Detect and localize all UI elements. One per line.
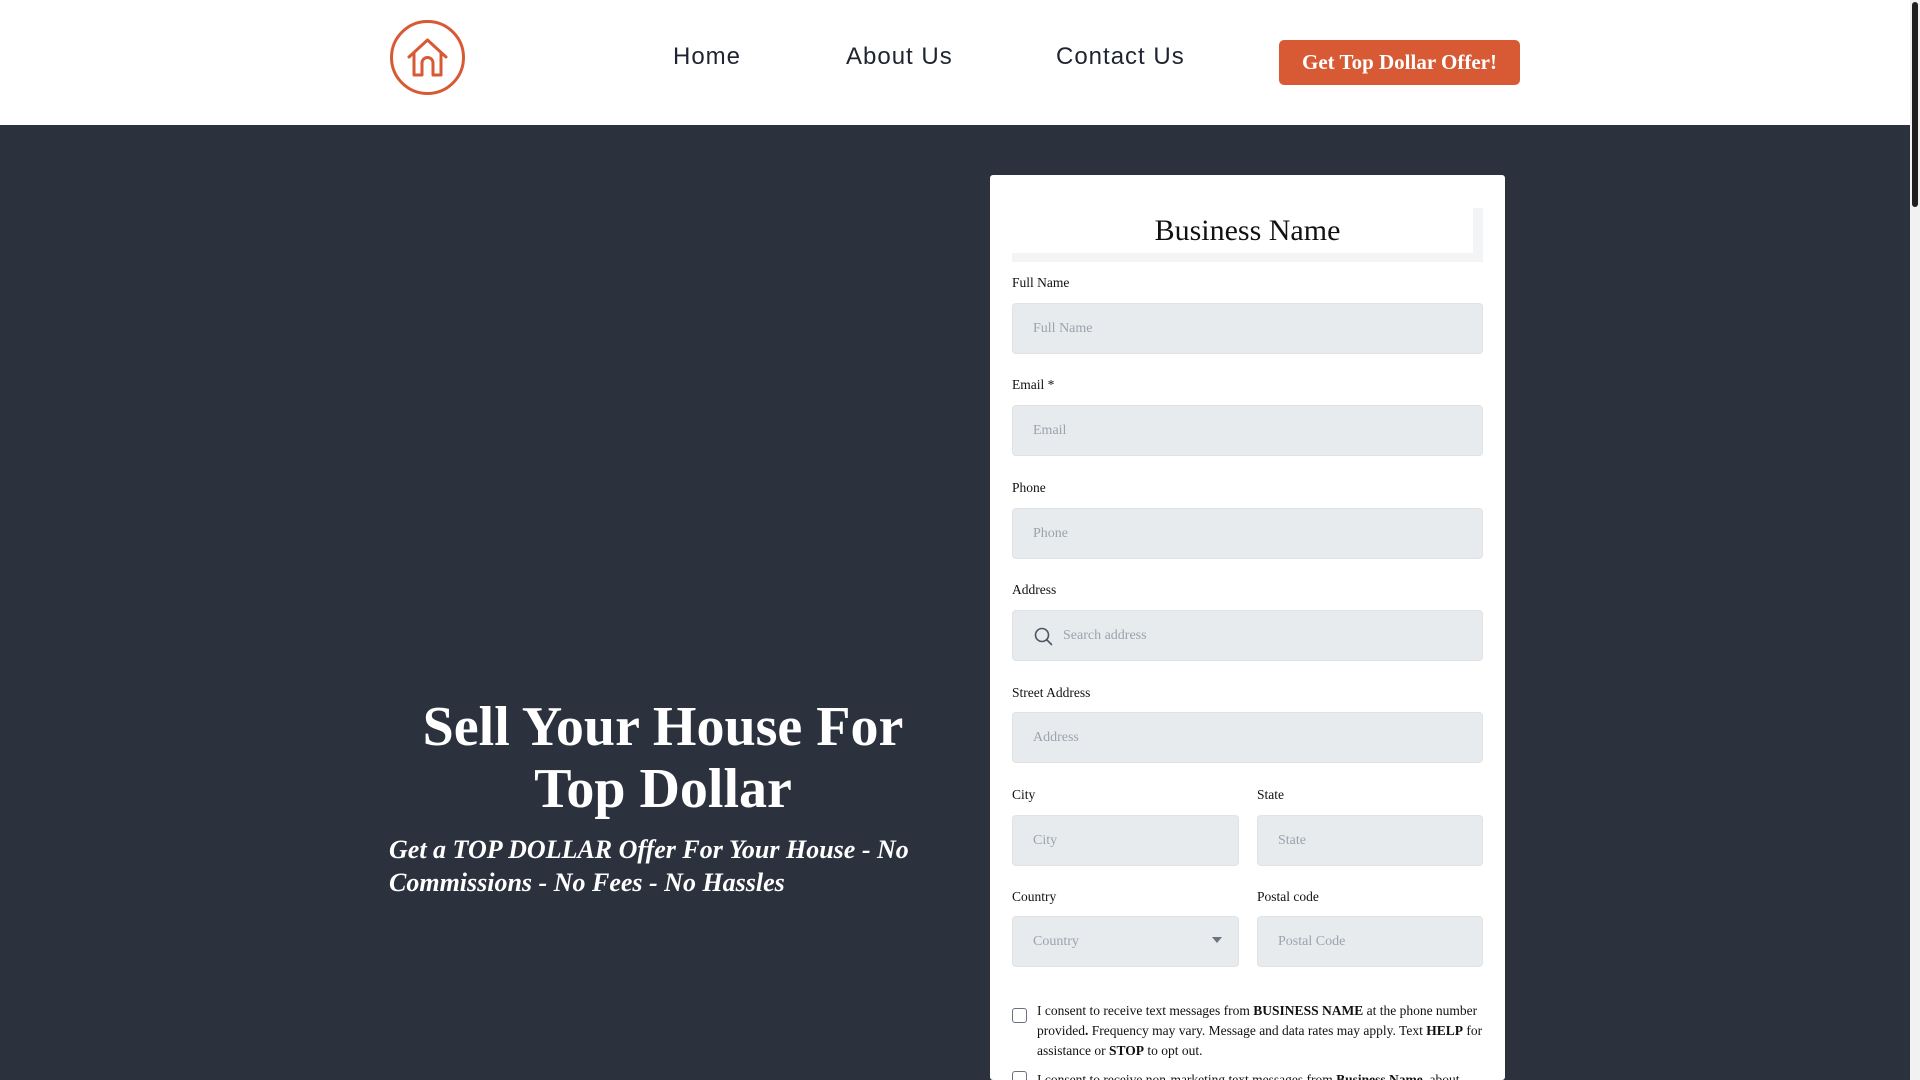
page-scrollbar[interactable] (1910, 0, 1920, 1080)
sms-consent-text: I consent to receive text messages from … (1037, 1003, 1483, 1058)
address-label: Address (1012, 582, 1057, 597)
email-input[interactable]: Email (1012, 405, 1483, 456)
city-placeholder: City (1033, 832, 1058, 848)
phone-input[interactable]: Phone (1012, 508, 1483, 559)
email-label: Email * (1012, 377, 1055, 392)
full-name-label: Full Name (1012, 275, 1070, 290)
state-placeholder: State (1278, 832, 1306, 848)
email-placeholder: Email (1033, 422, 1067, 438)
street-address-placeholder: Address (1033, 729, 1079, 745)
phone-label: Phone (1012, 480, 1046, 495)
get-offer-button[interactable]: Get Top Dollar Offer! (1279, 40, 1520, 85)
address-search-input[interactable]: Search address (1012, 610, 1483, 661)
nav-contact-link[interactable]: Contact Us (1056, 42, 1185, 72)
address-search-placeholder: Search address (1063, 627, 1147, 643)
country-select[interactable]: Country (1012, 916, 1239, 967)
hero-subtitle: Get a TOP DOLLAR Offer For Your House - … (389, 835, 909, 897)
state-input[interactable]: State (1257, 815, 1483, 866)
full-name-placeholder: Full Name (1033, 320, 1093, 336)
country-label: Country (1012, 889, 1057, 904)
street-address-label: Street Address (1012, 685, 1091, 700)
chevron-down-icon (1212, 937, 1222, 943)
postal-code-placeholder: Postal Code (1278, 933, 1346, 949)
business-name-heading: Business Name (1154, 214, 1341, 247)
nav-about-link[interactable]: About Us (846, 42, 953, 72)
scrollbar-thumb[interactable] (1912, 2, 1918, 207)
business-name-box: Business Name (1012, 208, 1483, 262)
non-marketing-consent-text: I consent to receive non-marketing text … (1037, 1072, 1460, 1080)
search-icon (1034, 627, 1053, 646)
hero-title: Sell Your House For Top Dollar (422, 696, 904, 820)
state-label: State (1257, 787, 1284, 802)
street-address-input[interactable]: Address (1012, 712, 1483, 763)
postal-code-input[interactable]: Postal Code (1257, 916, 1483, 967)
city-input[interactable]: City (1012, 815, 1239, 866)
house-logo-icon[interactable] (389, 19, 466, 96)
city-label: City (1012, 787, 1036, 802)
site-header: Home About Us Contact Us Get Top Dollar … (0, 0, 1910, 125)
full-name-input[interactable]: Full Name (1012, 303, 1483, 354)
postal-code-label: Postal code (1257, 889, 1319, 904)
nav-home-link[interactable]: Home (673, 42, 741, 72)
country-placeholder: Country (1033, 933, 1079, 949)
offer-form-card: Business Name Full Name Full Name Email … (990, 175, 1505, 1080)
phone-placeholder: Phone (1033, 525, 1068, 541)
sms-consent-checkbox[interactable] (1012, 1008, 1027, 1023)
non-marketing-consent-checkbox[interactable] (1012, 1071, 1027, 1080)
